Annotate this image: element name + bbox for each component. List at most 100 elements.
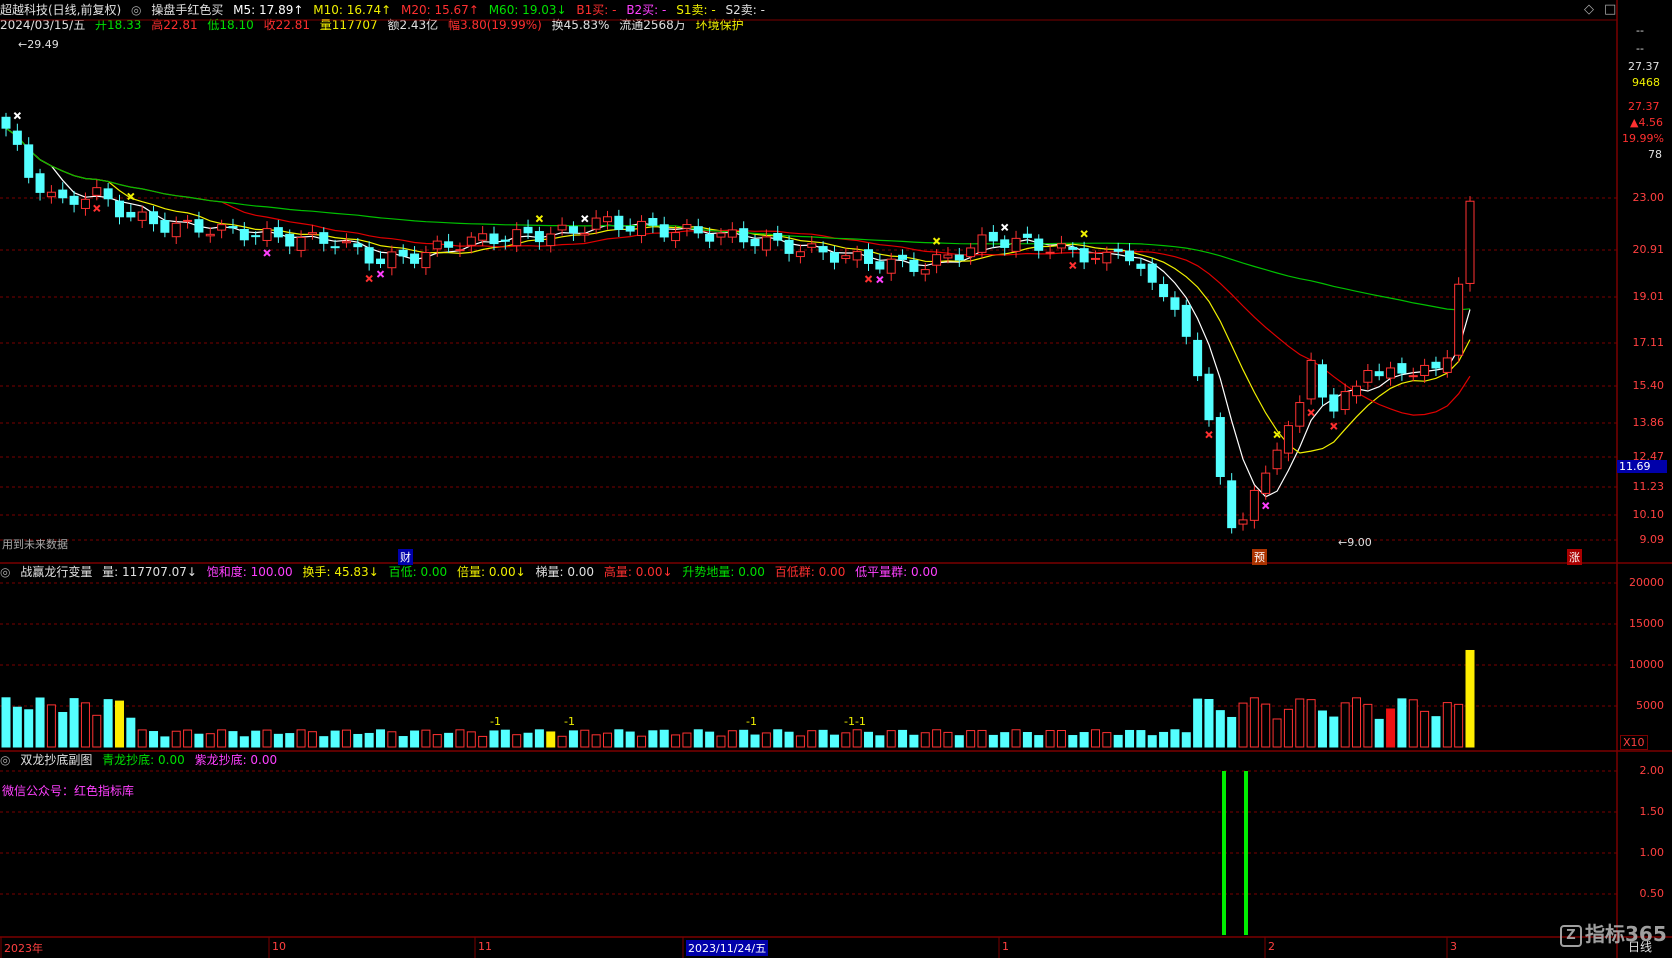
candle-body <box>954 254 964 261</box>
candle-body <box>46 191 56 198</box>
volume-bar <box>1136 730 1146 748</box>
volume-bar <box>1125 729 1135 748</box>
candle-body <box>557 224 567 231</box>
volume-bar <box>966 730 976 748</box>
sell-x-icon <box>13 111 22 120</box>
candle-body <box>444 241 454 248</box>
volume-bar <box>659 729 669 748</box>
candle-body <box>296 236 306 251</box>
candle-body <box>1068 246 1078 250</box>
volume-bar <box>568 730 578 748</box>
volume-bar <box>455 729 465 748</box>
volume-bar <box>1420 710 1430 748</box>
volume-bar <box>557 735 567 748</box>
volume-bar <box>171 730 181 748</box>
volume-bar <box>149 731 159 748</box>
stock-chart[interactable] <box>0 0 1672 958</box>
volume-bar <box>376 729 386 748</box>
forecast-marker[interactable]: 预 <box>1252 549 1267 565</box>
volume-bar <box>489 730 499 748</box>
volume-bar <box>103 699 113 748</box>
volume-bar <box>1261 703 1271 748</box>
candle-body <box>183 219 193 222</box>
finance-marker[interactable]: 财 <box>398 549 413 565</box>
sub-panel-title[interactable]: 双龙抄底副图 <box>20 753 92 767</box>
volume-bar <box>1159 731 1169 748</box>
candle-body <box>671 232 681 242</box>
candle-body <box>387 251 397 269</box>
volume-bar <box>364 732 374 748</box>
volume-bar <box>1181 732 1191 748</box>
volume-bar <box>739 729 749 748</box>
candle-body <box>1227 480 1237 529</box>
volume-header: ◎ 战赢龙行变量 量: 117707.07↓ 饱和度: 100.00 换手: 4… <box>0 564 944 580</box>
high-volume-value: 高量: 0.00↓ <box>603 565 673 579</box>
current-price-tag: 11.69 <box>1617 460 1667 473</box>
candle-body <box>24 144 34 178</box>
sub-tick-label: 1.00 <box>1639 846 1665 859</box>
vol-annotation-3: -1 <box>746 715 757 728</box>
volume-bar <box>864 731 874 748</box>
volume-bar <box>421 729 431 748</box>
volume-bar <box>909 734 919 748</box>
volume-panel-toggle-icon[interactable]: ◎ <box>0 565 10 579</box>
volume-bar <box>319 736 329 748</box>
cyan-dragon-value: 青龙抄底: 0.00 <box>102 753 185 767</box>
volume-bar <box>637 735 647 748</box>
candle-body <box>1420 364 1430 376</box>
price-tick-label: 9.09 <box>1639 533 1665 546</box>
candle-body <box>205 233 215 237</box>
volume-bar <box>534 729 544 748</box>
volume-bar <box>1170 729 1180 748</box>
candle-body <box>988 231 998 242</box>
volume-bar <box>183 729 193 748</box>
volume-tick-label: 15000 <box>1629 617 1664 630</box>
volume-bar <box>353 733 363 748</box>
watermark-logo-icon: Z <box>1560 924 1582 947</box>
candle-body <box>330 246 340 249</box>
candle-body <box>1431 361 1441 369</box>
limit-up-marker[interactable]: 涨 <box>1567 549 1582 565</box>
candle-body <box>1090 257 1100 260</box>
volume-bar <box>1352 697 1362 748</box>
candle-body <box>693 226 703 234</box>
ma20-line <box>5 127 1471 416</box>
volume-bar <box>988 734 998 748</box>
x-tick-label: 1 <box>1002 940 1009 953</box>
candle-body <box>1170 297 1180 310</box>
candle-body <box>909 259 919 272</box>
purple-dragon-value: 紫龙抄底: 0.00 <box>194 753 278 767</box>
buy-x-icon <box>93 204 101 213</box>
candle-body <box>1408 375 1418 378</box>
volume-bar <box>512 734 522 748</box>
volume-bar <box>1022 732 1032 748</box>
volume-panel-title[interactable]: 战赢龙行变量 <box>20 565 92 579</box>
candle-body <box>727 229 737 238</box>
candle-body <box>1272 449 1282 470</box>
candle-body <box>1442 357 1452 373</box>
candle-body <box>761 236 771 251</box>
future-data-note: 用到未来数据 <box>2 538 68 551</box>
volume-bar <box>614 729 624 748</box>
candle-body <box>1079 248 1089 263</box>
candle-body <box>1011 237 1021 252</box>
volume-bar <box>432 734 442 748</box>
volume-bar <box>1454 703 1464 748</box>
magenta-x-icon <box>876 275 884 284</box>
low100-value: 百低: 0.00 <box>388 565 448 579</box>
volume-bar <box>239 736 249 748</box>
candle-body <box>1000 239 1010 248</box>
sub-panel-toggle-icon[interactable]: ◎ <box>0 753 10 767</box>
candle-body <box>489 233 499 245</box>
volume-bar <box>795 735 805 748</box>
volume-bar <box>943 731 953 748</box>
low100-group-value: 百低群: 0.00 <box>774 565 846 579</box>
candle-body <box>1 116 11 129</box>
volume-bar <box>671 734 681 748</box>
candle-body <box>1306 359 1316 400</box>
volume-bar <box>920 732 930 748</box>
volume-bar <box>228 731 238 748</box>
volume-bar <box>137 729 147 748</box>
volume-bar <box>750 734 760 748</box>
saturation-value: 饱和度: 100.00 <box>206 565 293 579</box>
